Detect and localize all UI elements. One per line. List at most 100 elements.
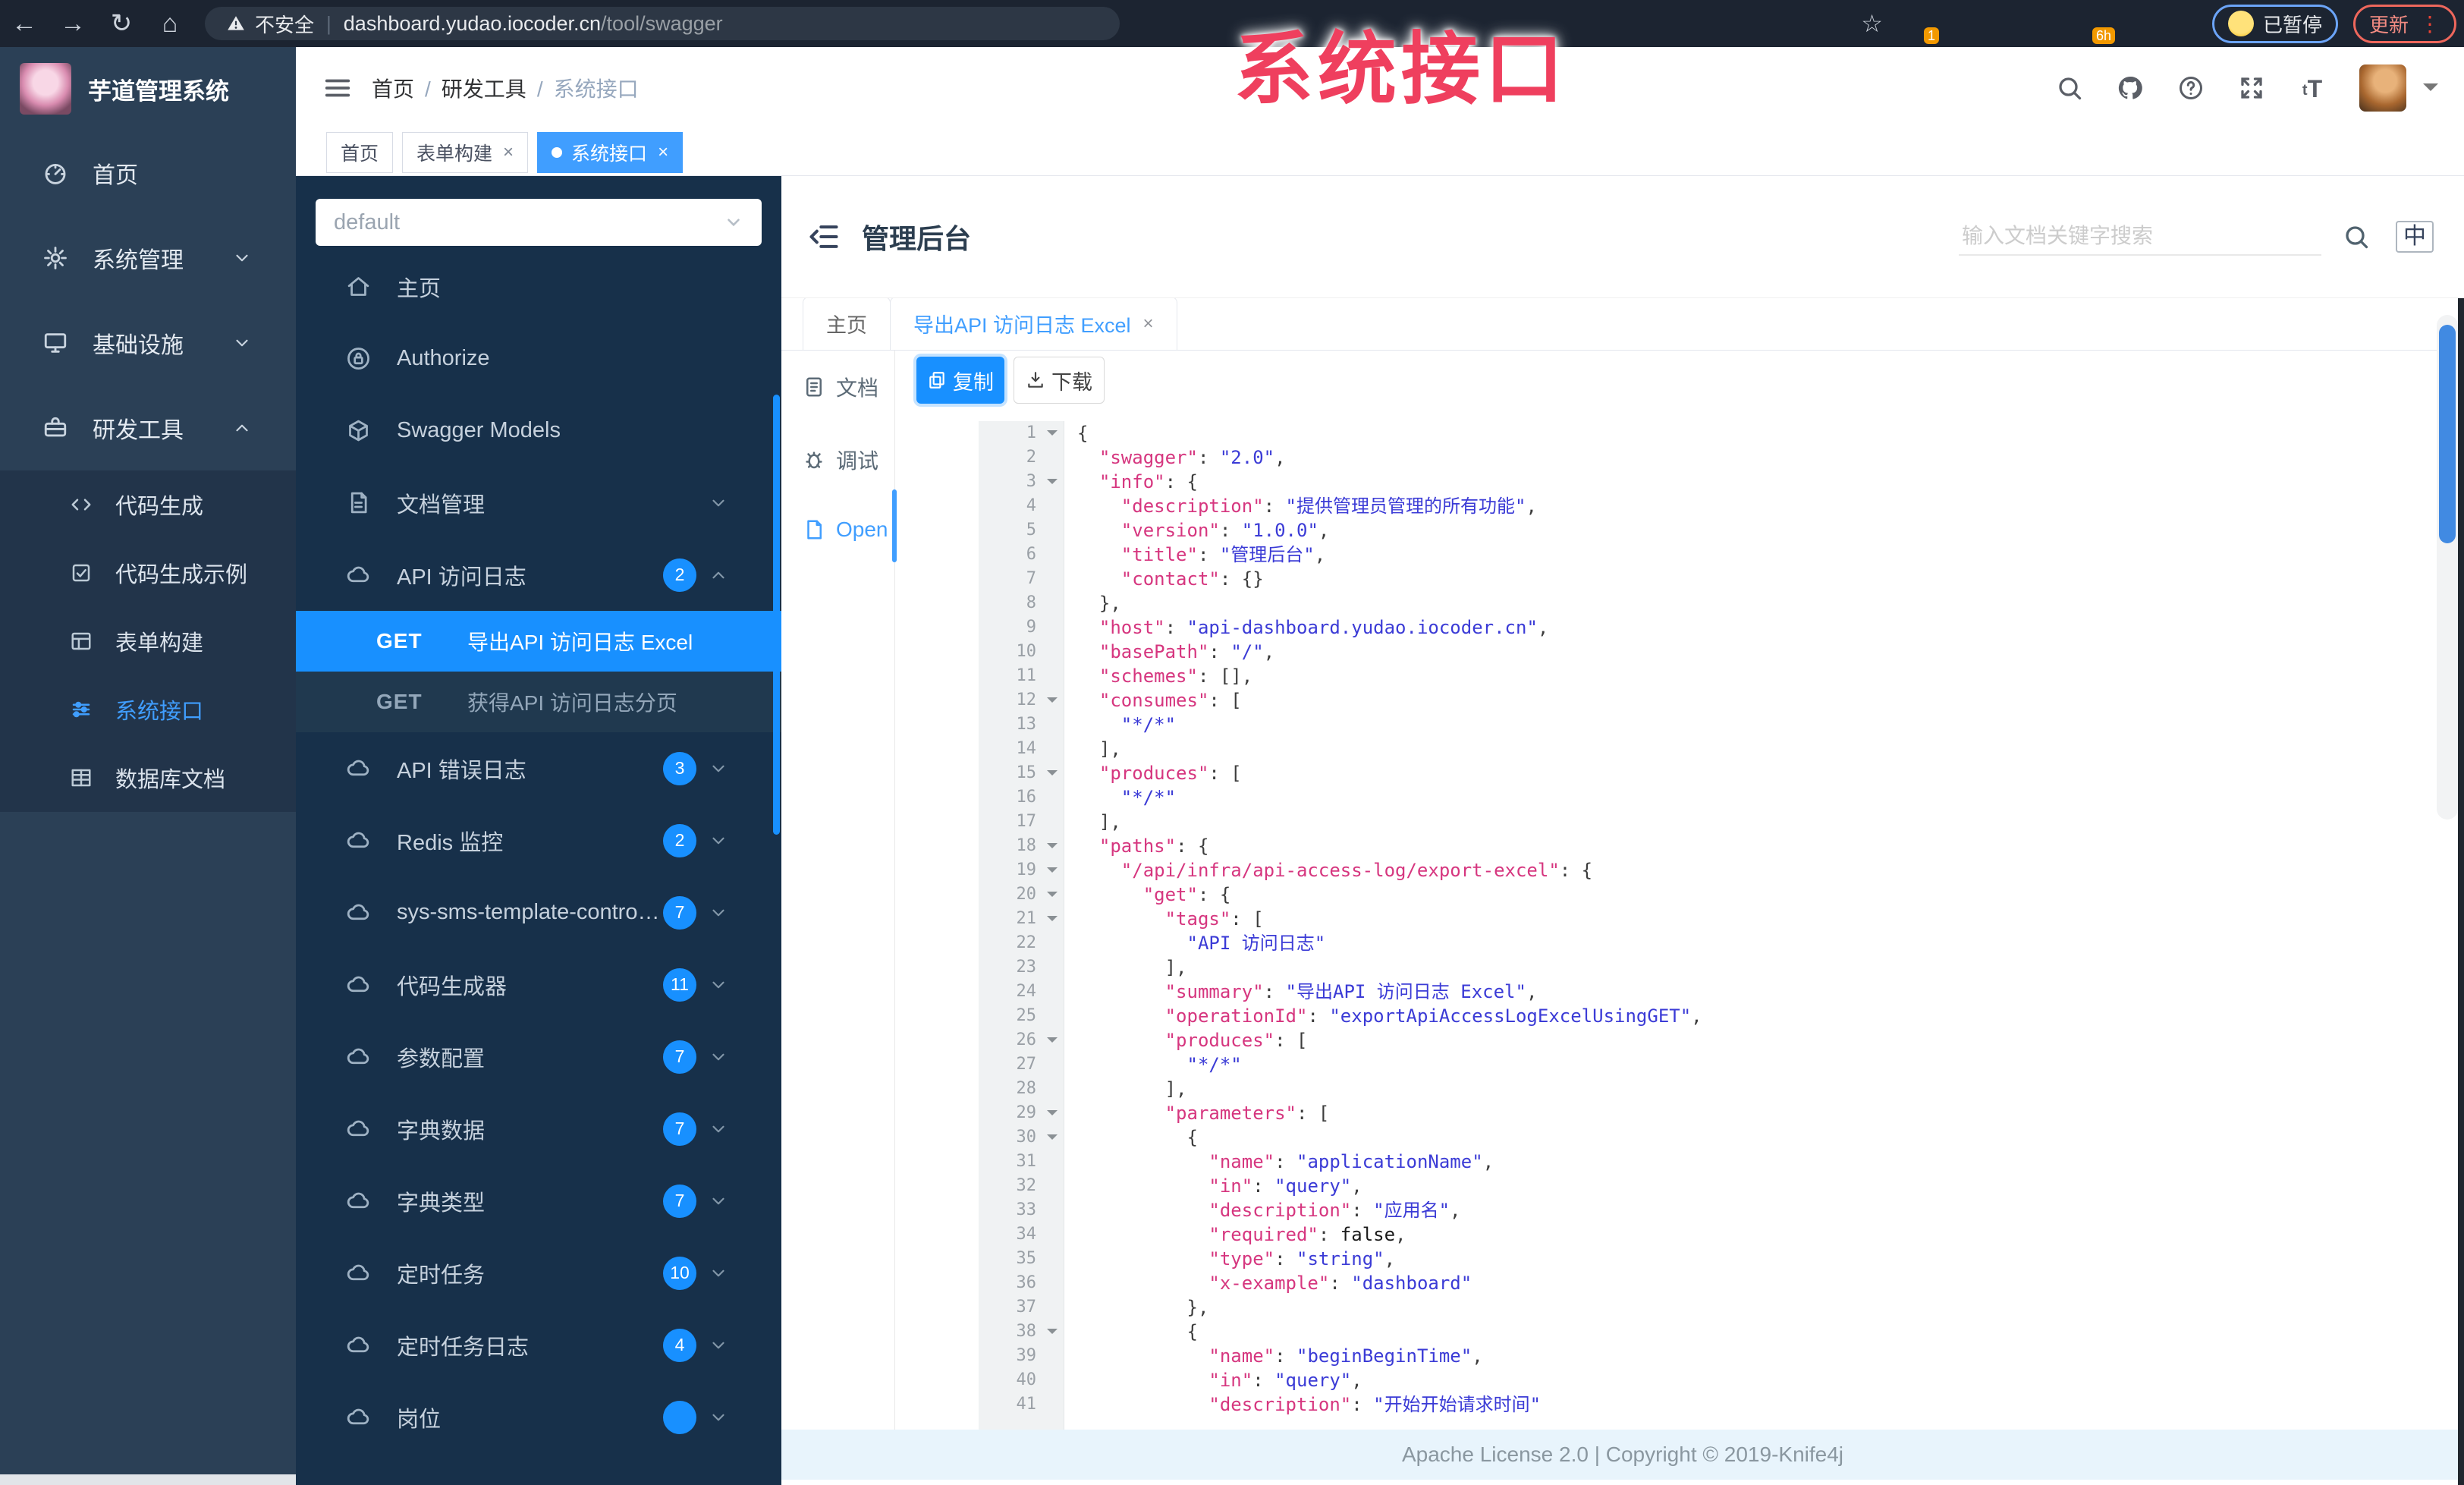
api-nav-文档管理[interactable]: 文档管理	[296, 467, 781, 539]
fold-caret-icon[interactable]	[1047, 430, 1058, 441]
page-scrollbar-thumb[interactable]	[2439, 325, 2456, 543]
code-text: "type": "string",	[1208, 1248, 1396, 1269]
doc-tab-主页[interactable]: 主页	[803, 297, 891, 350]
extension-grid-icon[interactable]	[2035, 8, 2066, 39]
api-group-定时任务日志[interactable]: 定时任务日志 4	[296, 1309, 781, 1381]
hamburger-icon[interactable]	[323, 74, 352, 102]
copy-button[interactable]: 复制	[916, 357, 1004, 404]
collapse-sidebar-icon[interactable]	[807, 220, 841, 253]
api-group-API 访问日志[interactable]: API 访问日志 2	[296, 539, 781, 611]
fullscreen-icon[interactable]	[2238, 74, 2265, 102]
api-nav-主页[interactable]: 主页	[296, 250, 781, 322]
chevron-down-icon	[709, 1119, 728, 1139]
api-group-定时任务[interactable]: 定时任务 10	[296, 1237, 781, 1309]
api-operation-导出API 访问日志 Excel[interactable]: GET 导出API 访问日志 Excel	[296, 611, 781, 672]
sidebar-item-首页[interactable]: 首页	[0, 131, 296, 216]
font-size-icon[interactable]: tT	[2299, 74, 2326, 102]
bookmark-star-icon[interactable]: ☆	[1847, 9, 1897, 38]
cloud-icon	[346, 562, 371, 587]
fold-caret-icon[interactable]	[1047, 867, 1058, 878]
api-group-字典类型[interactable]: 字典类型 7	[296, 1165, 781, 1237]
fold-caret-icon[interactable]	[1047, 916, 1058, 927]
code-line: 33 "description": "应用名",	[979, 1198, 2434, 1222]
fold-caret-icon[interactable]	[1047, 770, 1058, 781]
help-icon[interactable]	[2177, 74, 2205, 102]
browser-update-button[interactable]: 更新 ⋮	[2352, 4, 2456, 43]
fold-caret-icon[interactable]	[1047, 892, 1058, 902]
browser-menu-icon[interactable]: ⋮	[2419, 11, 2440, 36]
api-nav-Swagger Models[interactable]: Swagger Models	[296, 395, 781, 467]
sidebar-subitem-数据库文档[interactable]: 数据库文档	[0, 744, 296, 812]
tab-系统接口[interactable]: 系统接口 ×	[537, 131, 684, 173]
close-icon[interactable]: ×	[658, 142, 668, 163]
side-tab-Open[interactable]: Open	[781, 496, 894, 563]
code-text: "description": "应用名",	[1208, 1200, 1461, 1221]
browser-home-icon[interactable]: ⌂	[146, 9, 194, 39]
extension-dark-icon[interactable]: 6h	[2079, 8, 2115, 44]
code-text: "contact": {}	[1120, 568, 1264, 590]
fold-caret-icon[interactable]	[1047, 1110, 1058, 1121]
sidebar-subitem-label: 代码生成示例	[115, 563, 248, 587]
sidebar-subitem-表单构建[interactable]: 表单构建	[0, 607, 296, 675]
doc-tab-导出API 访问日志 Excel[interactable]: 导出API 访问日志 Excel ×	[890, 297, 1177, 350]
close-icon[interactable]: ×	[1143, 313, 1154, 335]
extension-green-ring-icon[interactable]	[1991, 8, 2022, 39]
side-tab-文档[interactable]: 文档	[781, 351, 894, 423]
sidebar-subitem-代码生成示例[interactable]: 代码生成示例	[0, 539, 296, 607]
doc-search-icon[interactable]	[2343, 223, 2370, 250]
code-text: },	[1077, 593, 1121, 614]
tab-首页[interactable]: 首页	[326, 131, 394, 173]
sidebar-item-系统管理[interactable]: 系统管理	[0, 216, 296, 300]
fold-caret-icon[interactable]	[1047, 1037, 1058, 1048]
browser-reload-icon[interactable]: ↻	[97, 8, 146, 39]
code-line: 26 "produces": [	[979, 1028, 2434, 1052]
extension-orange-icon[interactable]: 1	[1903, 8, 1939, 44]
sidebar-subitem-系统接口[interactable]: 系统接口	[0, 675, 296, 744]
fold-caret-icon[interactable]	[1047, 1329, 1058, 1339]
doc-search-input[interactable]	[1959, 218, 2321, 256]
sidebar-item-研发工具[interactable]: 研发工具	[0, 385, 296, 470]
side-tab-调试[interactable]: 调试	[781, 423, 894, 496]
api-group-参数配置[interactable]: 参数配置 7	[296, 1021, 781, 1093]
download-button[interactable]: 下载	[1014, 357, 1105, 404]
tab-表单构建[interactable]: 表单构建 ×	[402, 131, 529, 173]
browser-back-icon[interactable]: ←	[0, 9, 49, 39]
language-toggle[interactable]: 中	[2396, 221, 2434, 253]
fold-caret-icon[interactable]	[1047, 479, 1058, 489]
code-line: 5 "version": "1.0.0",	[979, 518, 2434, 543]
app-logo-row[interactable]: 芋道管理系统	[0, 47, 296, 131]
panel-scrollbar-thumb[interactable]	[773, 395, 780, 835]
api-group-岗位[interactable]: 岗位	[296, 1381, 781, 1453]
paused-extension-pill[interactable]: 已暂停	[2211, 4, 2338, 43]
caret-down-icon[interactable]	[2423, 83, 2438, 99]
api-group-sys-sms-template-controller[interactable]: sys-sms-template-controller 7	[296, 876, 781, 949]
api-group-Redis 监控[interactable]: Redis 监控 2	[296, 804, 781, 876]
search-icon[interactable]	[2056, 74, 2083, 102]
breadcrumb-item[interactable]: 首页	[372, 77, 414, 101]
close-icon[interactable]: ×	[503, 142, 514, 163]
api-operation-获得API 访问日志分页[interactable]: GET 获得API 访问日志分页	[296, 672, 781, 732]
extension-drop-icon[interactable]	[1947, 8, 1978, 39]
address-bar[interactable]: 不安全 | dashboard.yudao.iocoder.cn /tool/s…	[205, 7, 1120, 40]
code-line: 36 "x-example": "dashboard"	[979, 1271, 2434, 1295]
sidebar-subitem-代码生成[interactable]: 代码生成	[0, 470, 296, 539]
emoji-face-icon	[2227, 11, 2254, 36]
api-group-select[interactable]: default	[316, 199, 762, 246]
github-icon[interactable]	[2117, 74, 2144, 102]
fold-caret-icon[interactable]	[1047, 697, 1058, 708]
fold-caret-icon[interactable]	[1047, 843, 1058, 854]
api-group-字典数据[interactable]: 字典数据 7	[296, 1093, 781, 1165]
security-label[interactable]: 不安全	[255, 10, 314, 38]
extension-star-icon[interactable]	[2167, 8, 2198, 39]
user-avatar[interactable]	[2359, 64, 2406, 112]
fold-caret-icon[interactable]	[1047, 1134, 1058, 1145]
code-line: 14 ],	[979, 737, 2434, 761]
code-line: 16 "*/*"	[979, 785, 2434, 810]
browser-forward-icon[interactable]: →	[49, 9, 97, 39]
sidebar-item-基础设施[interactable]: 基础设施	[0, 300, 296, 385]
api-group-API 错误日志[interactable]: API 错误日志 3	[296, 732, 781, 804]
api-group-代码生成器[interactable]: 代码生成器 11	[296, 949, 781, 1021]
extension-leaf-icon[interactable]	[2123, 8, 2154, 39]
breadcrumb-item[interactable]: 研发工具	[442, 77, 526, 101]
api-nav-Authorize[interactable]: Authorize	[296, 322, 781, 395]
